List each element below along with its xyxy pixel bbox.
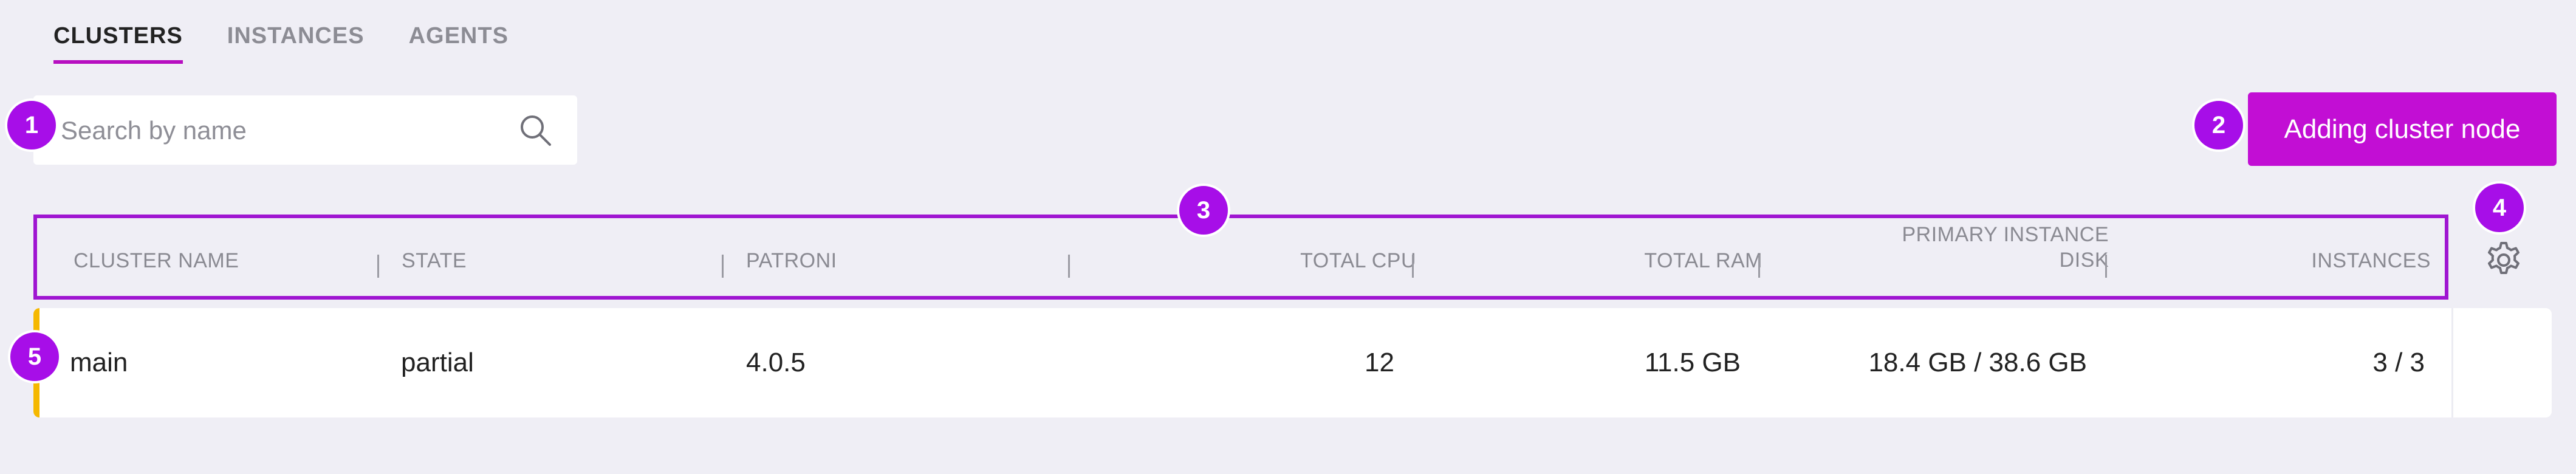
- add-cluster-node-button[interactable]: Adding cluster node: [2248, 92, 2557, 166]
- cell-state: partial: [401, 348, 474, 377]
- column-header-patroni[interactable]: PATRONI: [746, 218, 1050, 296]
- column-resize-handle[interactable]: [377, 255, 379, 278]
- annotation-badge: 4: [2473, 181, 2526, 235]
- column-resize-handle[interactable]: [722, 255, 724, 278]
- annotation-badge: 1: [5, 98, 58, 152]
- column-header-cluster-name[interactable]: CLUSTER NAME: [74, 218, 377, 296]
- column-header-line: PRIMARY INSTANCE: [1902, 223, 2109, 246]
- tab-instances[interactable]: INSTANCES: [227, 23, 365, 64]
- column-header-line: DISK: [2059, 249, 2109, 272]
- cell-total-ram: 11.5 GB: [1644, 348, 1741, 377]
- tab-bar: CLUSTERS INSTANCES AGENTS: [53, 23, 509, 64]
- column-resize-handle[interactable]: [2105, 255, 2107, 278]
- cell-primary-disk: 18.4 GB / 38.6 GB: [1868, 348, 2087, 377]
- search-input[interactable]: [60, 95, 512, 166]
- gear-icon[interactable]: [2484, 240, 2524, 280]
- column-header-instances[interactable]: INSTANCES: [2127, 218, 2431, 296]
- annotation-badge: 2: [2192, 98, 2245, 152]
- annotation-badge: 3: [1177, 184, 1230, 237]
- column-header-total-cpu[interactable]: TOTAL CPU: [1094, 218, 1416, 296]
- tab-agents[interactable]: AGENTS: [409, 23, 509, 64]
- search-icon[interactable]: [518, 112, 553, 148]
- cell-cluster-name[interactable]: main: [70, 308, 374, 417]
- table-header: CLUSTER NAME STATE PATRONI TOTAL CPU TOT…: [33, 215, 2448, 300]
- table-row[interactable]: main partial 4.0.5 12 11.5 GB 18.4 GB / …: [33, 308, 2552, 417]
- cell-patroni: 4.0.5: [746, 348, 806, 377]
- search-box: [33, 95, 577, 166]
- cell-total-cpu: 12: [1365, 348, 1394, 377]
- cell-instances: 3 / 3: [2372, 348, 2425, 377]
- column-header-primary-instance-disk[interactable]: PRIMARY INSTANCE DISK: [1781, 218, 2109, 296]
- tab-clusters[interactable]: CLUSTERS: [53, 23, 183, 64]
- column-resize-handle[interactable]: [1068, 255, 1070, 278]
- column-header-state[interactable]: STATE: [402, 218, 705, 296]
- column-resize-handle[interactable]: [1412, 255, 1414, 278]
- column-resize-handle[interactable]: [1758, 255, 1760, 278]
- column-header-total-ram[interactable]: TOTAL RAM: [1434, 218, 1762, 296]
- annotation-badge: 5: [8, 330, 61, 383]
- row-actions-divider: [2451, 308, 2453, 417]
